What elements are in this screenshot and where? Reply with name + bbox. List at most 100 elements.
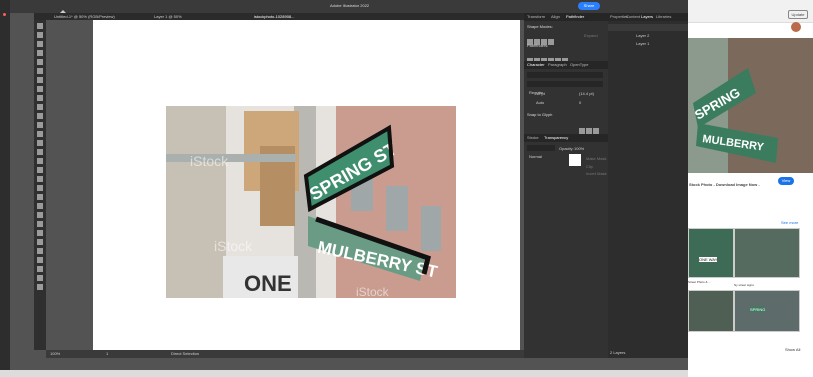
toolbar: [34, 20, 46, 350]
doc-tab-1[interactable]: Untitled-1* @ 50% (RGB/Preview): [54, 14, 115, 19]
result-title[interactable]: Stock Photo - Download Image Now -: [689, 182, 760, 187]
tool-icon[interactable]: [37, 50, 43, 56]
thumbnail[interactable]: [734, 228, 800, 278]
clip-checkbox[interactable]: Clip: [586, 164, 593, 169]
tool-icon[interactable]: [37, 41, 43, 47]
tab-layers[interactable]: Layers: [641, 13, 653, 21]
tool-icon[interactable]: [37, 167, 43, 173]
tool-icon[interactable]: [37, 95, 43, 101]
tool-icon[interactable]: [37, 68, 43, 74]
app-title: Adobe Illustrator 2022: [330, 3, 370, 8]
tab-opentype[interactable]: OpenType: [570, 61, 588, 69]
tool-icon[interactable]: [37, 59, 43, 65]
tab-align[interactable]: Align: [551, 13, 560, 21]
tab-libraries[interactable]: Libraries: [656, 13, 671, 21]
update-button[interactable]: Update: [788, 10, 808, 19]
tool-icon[interactable]: [37, 104, 43, 110]
tab-pathfinder[interactable]: Pathfinder: [566, 13, 584, 21]
mask-thumbnail: [569, 154, 581, 166]
tab-transparency[interactable]: Transparency: [544, 134, 568, 142]
font-family-dropdown[interactable]: Myriad Pro: [527, 72, 603, 86]
tool-icon[interactable]: [37, 149, 43, 155]
app-title-bar: Adobe Illustrator 2022 Share: [10, 0, 688, 16]
shape-mode-buttons[interactable]: [527, 32, 577, 45]
layers-count: 2 Layers: [610, 350, 626, 355]
shape-modes-label: Shape Modes:: [527, 24, 553, 29]
tab-stroke[interactable]: Stroke: [527, 134, 539, 142]
opacity-field[interactable]: 100%: [574, 146, 584, 151]
tab-transform[interactable]: Transform: [527, 13, 545, 21]
layers-panel: Properties Content Layers Libraries Laye…: [608, 13, 688, 358]
tool-icon[interactable]: [37, 257, 43, 263]
artboard[interactable]: ONE MULBERRY ST SPRING ST iStock iStock …: [93, 20, 520, 350]
tool-icon[interactable]: [37, 158, 43, 164]
tool-icon[interactable]: [37, 122, 43, 128]
tool-icon[interactable]: [37, 32, 43, 38]
tool-icon[interactable]: [37, 221, 43, 227]
tool-icon[interactable]: [37, 185, 43, 191]
browser-toolbar: Update: [688, 0, 813, 32]
pathfinders-label: Pathfinders:: [527, 43, 549, 48]
svg-text:iStock: iStock: [214, 238, 253, 254]
font-size-field[interactable]: 12 pt: [536, 91, 545, 96]
leading-field[interactable]: (14.4 pt): [579, 91, 594, 96]
tool-icon[interactable]: [37, 140, 43, 146]
tool-icon[interactable]: [37, 131, 43, 137]
tool-icon[interactable]: [37, 23, 43, 29]
home-icon[interactable]: [60, 3, 66, 16]
pathfinder-buttons[interactable]: [527, 51, 597, 64]
tool-icon[interactable]: [37, 284, 43, 290]
tab-content[interactable]: Content: [626, 13, 640, 21]
one-sign-text: ONE: [244, 271, 292, 296]
tool-icon[interactable]: [37, 86, 43, 92]
tool-icon[interactable]: [37, 203, 43, 209]
expand-button[interactable]: Expand: [584, 33, 598, 38]
blend-mode-dropdown[interactable]: Normal: [527, 145, 555, 159]
kerning-field[interactable]: Auto: [536, 100, 544, 105]
tool-icon[interactable]: [37, 113, 43, 119]
font-style-dropdown[interactable]: Regular: [527, 81, 603, 95]
thumbnail[interactable]: SPRING: [734, 290, 800, 332]
placed-photo[interactable]: ONE MULBERRY ST SPRING ST iStock iStock …: [166, 106, 456, 298]
image-preview[interactable]: SPRING MULBERRY: [688, 38, 813, 173]
share-button[interactable]: Share: [578, 2, 600, 10]
thumbnail-caption: Street Photo & ...: [688, 280, 711, 284]
thumbnail[interactable]: [688, 290, 734, 332]
tool-icon[interactable]: [37, 194, 43, 200]
tool-icon[interactable]: [37, 248, 43, 254]
see-more-link[interactable]: See more: [781, 220, 798, 225]
doc-tab-3[interactable]: istockphoto-1028908...: [254, 14, 294, 19]
snap-to-glyph-label: Snap to Glyph: [527, 112, 553, 117]
tracking-field[interactable]: 0: [579, 100, 581, 105]
browser-window: Update SPRING MULBERRY View Stock Photo …: [688, 0, 813, 377]
status-bar: 100% 1 Direct Selection: [46, 350, 524, 358]
tool-icon[interactable]: [37, 212, 43, 218]
svg-text:iStock: iStock: [356, 285, 390, 298]
snap-buttons[interactable]: [579, 121, 609, 134]
view-button[interactable]: View: [778, 177, 794, 185]
mac-sidebar: [0, 0, 10, 377]
tool-icon[interactable]: [37, 230, 43, 236]
show-all-link[interactable]: Show All: [785, 347, 800, 352]
invert-mask-checkbox[interactable]: Invert Mask: [586, 171, 607, 176]
tool-icon[interactable]: [37, 239, 43, 245]
selection-tool-status: Direct Selection: [171, 351, 200, 356]
artboard-number[interactable]: 1: [106, 351, 108, 356]
tool-icon[interactable]: [37, 275, 43, 281]
zoom-level[interactable]: 100%: [50, 351, 60, 356]
make-mask-button[interactable]: Make Mask: [586, 156, 606, 161]
thumbnail-caption: Ny street signs: [734, 283, 754, 287]
layer-row[interactable]: Layer 1: [608, 32, 688, 46]
doc-tab-2[interactable]: Layer 1 @ 50%: [154, 14, 182, 19]
layer-row[interactable]: Layer 2: [608, 24, 688, 38]
avatar[interactable]: [791, 22, 801, 32]
watermark: iStock: [190, 153, 229, 169]
thumbnail[interactable]: ONE WAY: [688, 228, 734, 278]
tab-character[interactable]: Character: [527, 61, 545, 69]
illustrator-window: Adobe Illustrator 2022 Share Untitled-1*…: [10, 0, 688, 370]
tool-icon[interactable]: [37, 266, 43, 272]
opacity-label: Opacity:: [559, 146, 574, 151]
tool-icon[interactable]: [37, 176, 43, 182]
tab-paragraph[interactable]: Paragraph: [548, 61, 567, 69]
tool-icon[interactable]: [37, 77, 43, 83]
